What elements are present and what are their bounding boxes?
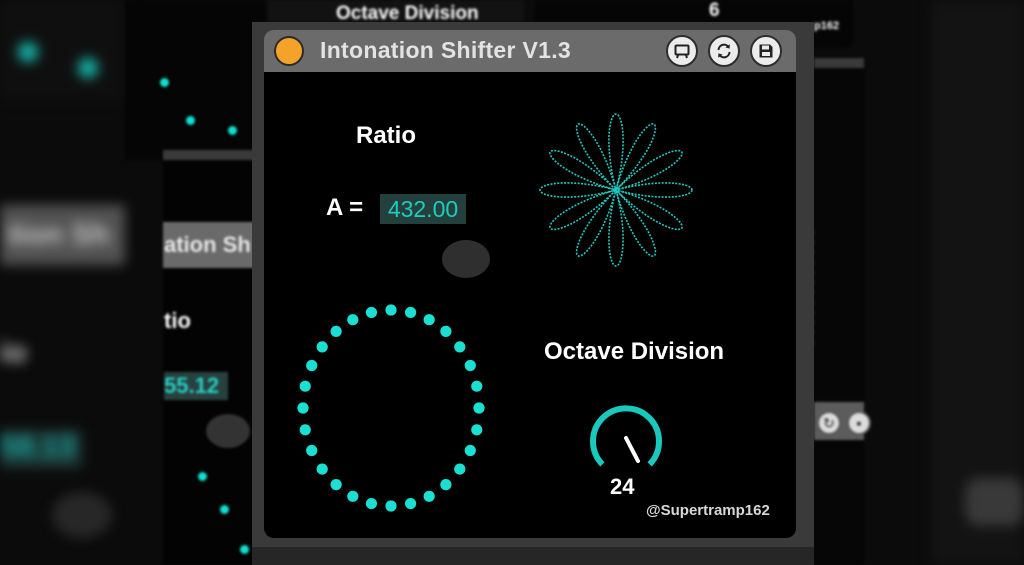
ring-dot [464, 359, 476, 372]
device-titlebar: Intonation Shifter V1.3 [264, 30, 796, 72]
ring-dot [454, 463, 466, 475]
bg-octave-value: 6 [709, 0, 720, 21]
ring-dot [316, 341, 328, 353]
octave-division-value: 24 [610, 474, 635, 499]
ring-dot [471, 380, 483, 392]
rose-curve-visualizer [539, 113, 693, 267]
ring-dot [330, 325, 342, 337]
ratio-label: Ratio [356, 122, 416, 149]
ring-dot [404, 306, 417, 319]
bg-refresh-icon: ↻ [817, 411, 841, 435]
ring-dot [404, 497, 417, 510]
ring-dot [299, 380, 311, 392]
refresh-button[interactable] [708, 35, 740, 67]
bg-ratio-fragment-2: tio [164, 308, 191, 333]
save-icon [759, 44, 773, 58]
ring-dot [454, 341, 466, 353]
ring-dot [423, 490, 435, 502]
ring-dot [365, 497, 378, 510]
ring-dot [306, 359, 318, 372]
screen-button[interactable] [666, 35, 698, 67]
rose-curve-path [539, 113, 693, 267]
ring-dot [385, 304, 397, 316]
ring-dot [440, 479, 452, 491]
ring-dot [471, 424, 483, 436]
bg-handle-fragment: p162 [814, 20, 840, 32]
ratio-toggle-button[interactable] [442, 240, 490, 278]
a-frequency-number-box[interactable]: 432.00 [380, 194, 466, 224]
save-button[interactable] [750, 35, 782, 67]
ring-dot [306, 444, 318, 457]
power-button[interactable] [274, 36, 304, 66]
octave-division-label: Octave Division [544, 338, 725, 365]
ring-dot [473, 402, 485, 414]
ring-dot [347, 314, 359, 326]
device-bottom-edge [252, 547, 814, 565]
ring-dot [297, 402, 309, 414]
device-screen: Ratio A = 432.00 Octave Division 24 @Sup… [264, 72, 796, 538]
device-title: Intonation Shifter V1.3 [320, 37, 571, 63]
ring-dot [347, 490, 359, 502]
refresh-icon [717, 43, 731, 59]
ring-dot [330, 479, 342, 491]
a-label: A = [326, 194, 364, 221]
bg-save-icon: ▪ [847, 411, 871, 435]
screen-icon [674, 44, 690, 59]
dial-needle [624, 436, 640, 463]
division-dot-ring [297, 304, 485, 512]
bg-value-fragment-2: 55.12 [164, 372, 228, 400]
ring-dot [440, 325, 452, 337]
ring-dot [299, 424, 311, 436]
octave-division-dial[interactable] [588, 402, 664, 478]
intonation-shifter-device: Intonation Shifter V1.3 Ratio A = 432.00… [252, 22, 814, 565]
author-handle: @Supertramp162 [646, 502, 770, 519]
ring-dot [423, 314, 435, 326]
ring-dot [464, 444, 476, 457]
bg-title-fragment-2: ation Sh [164, 232, 251, 257]
ring-dot [316, 463, 328, 475]
ring-dot [385, 500, 397, 512]
ring-dot [365, 306, 378, 319]
